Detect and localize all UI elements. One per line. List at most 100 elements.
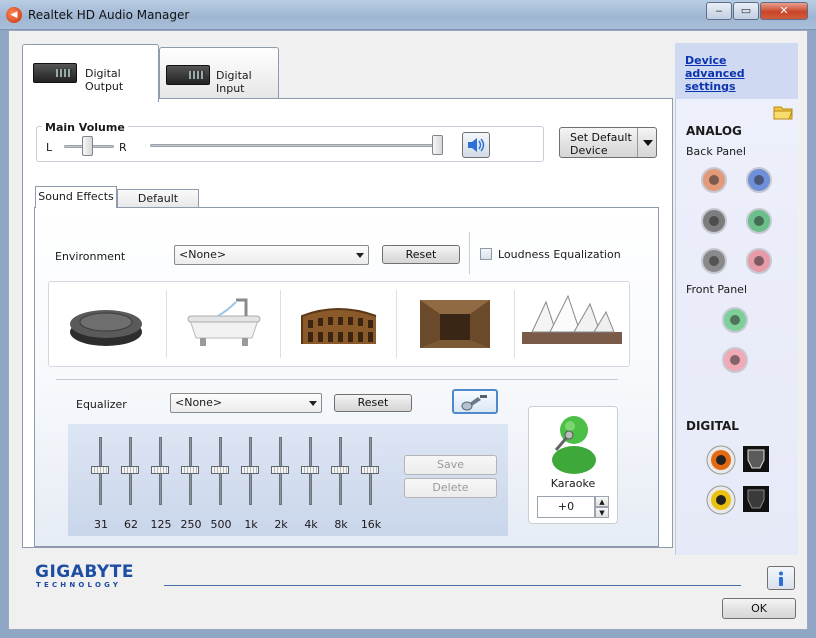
eq-band-label: 62 [124,518,138,531]
digital-output-device-icon [33,63,77,83]
environment-selected-value: <None> [179,248,227,261]
title-bar[interactable]: ◀ Realtek HD Audio Manager ‒ ▭ ✕ [0,0,816,30]
bathtub-icon[interactable] [184,292,264,352]
divider [56,379,618,380]
coaxial-input-yellow-icon[interactable] [706,485,736,515]
equalizer-reset-button[interactable]: Reset [334,394,412,412]
divider [469,232,470,274]
ok-button[interactable]: OK [722,598,796,619]
karaoke-down-icon[interactable]: ▼ [595,507,609,518]
tab-default-format[interactable]: Default Format [117,189,199,223]
eq-band-1k-thumb[interactable] [241,466,259,474]
eq-band-500-thumb[interactable] [211,466,229,474]
karaoke-singer-icon[interactable] [546,410,600,474]
tab-digital-output-label: Digital Output [85,67,124,93]
eq-band-4k-thumb[interactable] [301,466,319,474]
minimize-button[interactable]: ‒ [706,2,732,20]
eq-band-label: 16k [360,518,382,531]
info-button[interactable] [767,566,795,590]
back-jack-blue-icon[interactable] [746,167,772,193]
front-panel-label: Front Panel [686,283,747,296]
balance-left-label: L [46,141,53,154]
eq-delete-button[interactable]: Delete [404,478,497,498]
back-jack-green-icon[interactable] [746,208,772,234]
analog-heading: ANALOG [686,124,742,138]
divider [514,290,515,358]
gigabyte-logo: GIGABYTE [35,562,134,582]
device-advanced-settings-link[interactable]: Device advanced settings [685,54,785,93]
mute-button[interactable] [462,132,490,158]
back-jack-black-icon[interactable] [701,248,727,274]
tab-sound-effects[interactable]: Sound Effects [35,186,117,208]
eq-band-8k-thumb[interactable] [331,466,349,474]
eq-band-label: 2k [274,518,288,531]
environment-label: Environment [55,250,126,263]
chevron-down-icon [356,253,364,258]
footer-divider [164,585,741,586]
eq-band-label: 500 [210,518,232,531]
tab-digital-input-label: Digital Input [216,69,252,95]
divider [280,290,281,358]
volume-slider-track[interactable] [150,144,442,147]
eq-band-label: 125 [150,518,172,531]
back-panel-label: Back Panel [686,145,746,158]
info-icon [779,571,783,586]
opera-house-icon[interactable] [518,292,626,352]
guitar-mode-button[interactable] [452,389,498,414]
front-jack-pink-icon[interactable] [722,347,748,373]
guitar-icon [461,395,487,411]
environment-reset-button[interactable]: Reset [382,245,460,264]
chevron-down-icon [309,401,317,406]
eq-band-label: 8k [334,518,348,531]
divider [396,290,397,358]
eq-band-label: 1k [244,518,258,531]
gigabyte-logo-subtitle: TECHNOLOGY [36,581,122,589]
digital-heading: DIGITAL [686,419,739,433]
back-jack-orange-icon[interactable] [701,167,727,193]
speaker-volume-icon [468,138,485,152]
window-title: Realtek HD Audio Manager [28,8,190,22]
loudness-label: Loudness Equalization [498,248,621,261]
tab-digital-input[interactable]: Digital Input [159,47,279,98]
eq-band-label: 250 [180,518,202,531]
equalizer-select[interactable]: <None> [170,393,322,413]
dropdown-arrow-icon[interactable] [643,140,653,146]
folder-icon[interactable] [772,101,794,121]
equalizer-selected-value: <None> [175,396,223,409]
volume-slider-thumb[interactable] [432,135,443,155]
stone-disc-icon[interactable] [66,298,146,350]
eq-band-2k-thumb[interactable] [271,466,289,474]
coaxial-output-orange-icon[interactable] [706,445,736,475]
balance-slider-thumb[interactable] [82,136,93,156]
close-button[interactable]: ✕ [760,2,808,20]
environment-select[interactable]: <None> [174,245,369,265]
divider [166,290,167,358]
colosseum-icon[interactable] [298,294,380,352]
optical-input-icon[interactable] [742,485,770,513]
stone-corridor-icon[interactable] [418,294,492,352]
digital-input-device-icon [166,65,210,85]
balance-right-label: R [119,141,127,154]
eq-band-label: 31 [94,518,108,531]
optical-output-icon[interactable] [742,445,770,473]
karaoke-value-field[interactable]: +0 [537,496,595,518]
karaoke-up-icon[interactable]: ▲ [595,496,609,507]
main-volume-label: Main Volume [42,121,128,134]
app-speaker-icon: ◀ [6,7,22,23]
front-jack-green-icon[interactable] [722,307,748,333]
maximize-button[interactable]: ▭ [733,2,759,20]
eq-band-label: 4k [304,518,318,531]
eq-band-62-thumb[interactable] [121,466,139,474]
set-default-device-button[interactable]: Set Default Device [559,127,657,158]
eq-band-31-thumb[interactable] [91,466,109,474]
split-divider [637,128,638,157]
eq-save-button[interactable]: Save [404,455,497,475]
set-default-device-label: Set Default Device [570,131,632,157]
eq-band-16k-thumb[interactable] [361,466,379,474]
eq-band-125-thumb[interactable] [151,466,169,474]
loudness-checkbox[interactable] [480,248,492,260]
back-jack-pink-icon[interactable] [746,248,772,274]
tab-digital-output[interactable]: Digital Output [22,44,159,102]
back-jack-gray-icon[interactable] [701,208,727,234]
eq-band-250-thumb[interactable] [181,466,199,474]
